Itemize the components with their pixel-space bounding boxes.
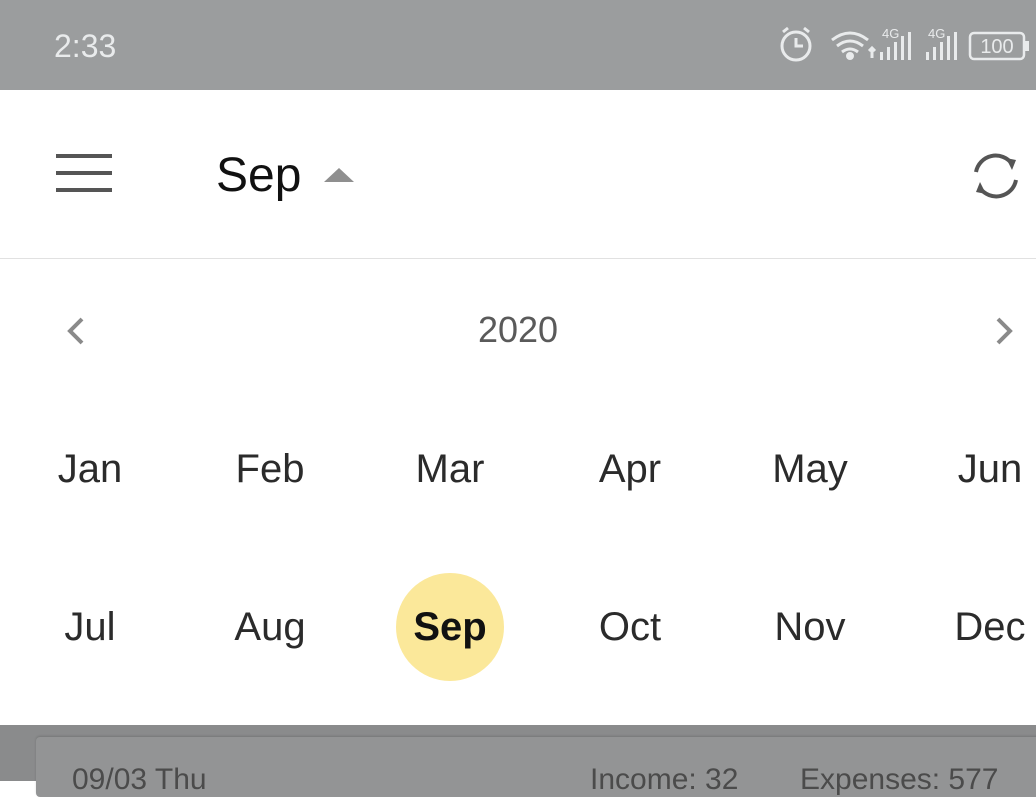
status-icons: 4G 4G 100: [780, 26, 1029, 62]
month-may[interactable]: May: [720, 415, 900, 523]
status-bar: 2:33 4G 4G 100: [0, 0, 1036, 90]
month-apr[interactable]: Apr: [540, 415, 720, 523]
caret-up-icon[interactable]: [324, 168, 354, 182]
month-jan[interactable]: Jan: [0, 415, 180, 523]
month-feb[interactable]: Feb: [180, 415, 360, 523]
chevron-right-icon[interactable]: [984, 311, 1024, 351]
battery-level: 100: [980, 36, 1013, 58]
network-label-1: 4G: [882, 26, 899, 41]
month-sep-selected[interactable]: Sep: [360, 573, 540, 681]
month-dec[interactable]: Dec: [900, 573, 1036, 681]
card-income: Income: 32: [590, 763, 739, 796]
status-time: 2:33: [54, 28, 117, 64]
month-jul[interactable]: Jul: [0, 573, 180, 681]
sync-icon[interactable]: [968, 148, 1024, 204]
month-picker: 2020 Jan Feb Mar Apr May Jun Jul Aug Sep…: [0, 259, 1036, 725]
year-label: 2020: [477, 309, 559, 350]
menu-icon[interactable]: [56, 154, 112, 192]
month-nov[interactable]: Nov: [720, 573, 900, 681]
month-title[interactable]: Sep: [216, 148, 301, 203]
battery-icon: 100: [968, 31, 1029, 61]
month-oct[interactable]: Oct: [540, 573, 720, 681]
month-jun[interactable]: Jun: [900, 415, 1036, 523]
app-bar: Sep: [0, 90, 1036, 259]
wifi-icon: [831, 31, 877, 60]
card-date: 09/03 Thu: [72, 763, 207, 796]
card-expenses: Expenses: 577: [800, 763, 999, 796]
alarm-icon: [780, 26, 812, 62]
month-aug[interactable]: Aug: [180, 573, 360, 681]
month-mar[interactable]: Mar: [360, 415, 540, 523]
transaction-card[interactable]: 09/03 Thu Income: 32 Expenses: 577: [36, 737, 1036, 797]
network-label-2: 4G: [928, 26, 945, 41]
